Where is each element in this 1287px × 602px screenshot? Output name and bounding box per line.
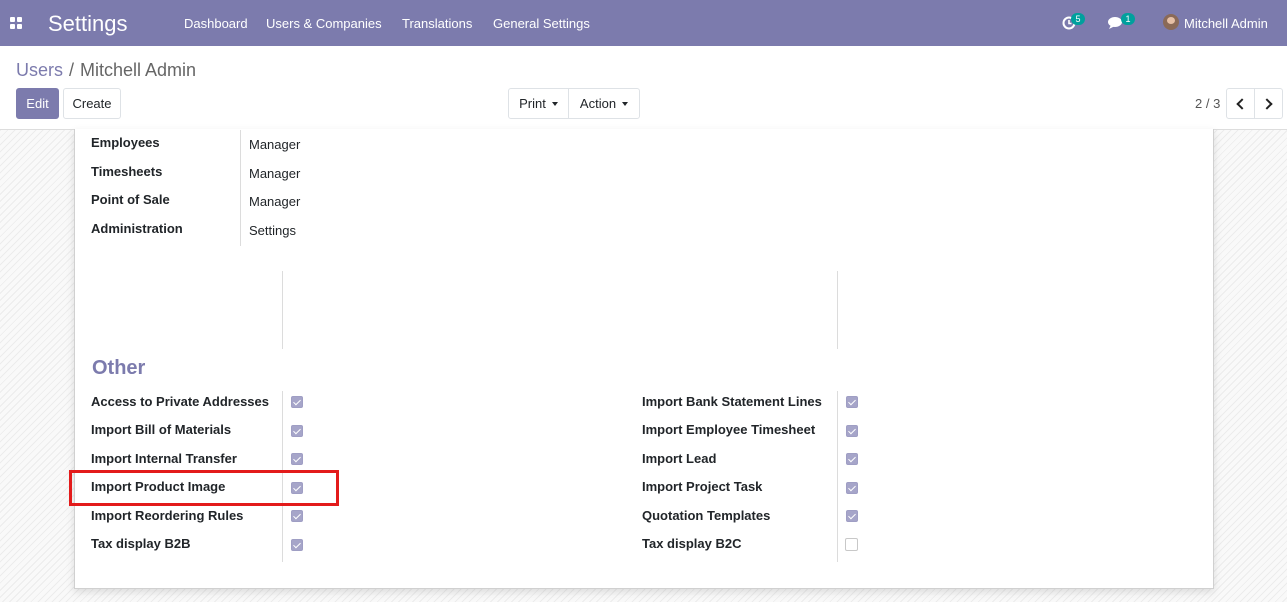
field-label-import-lead: Import Lead <box>642 451 717 466</box>
checkbox-import-reordering-rules[interactable] <box>291 510 303 522</box>
field-label-administration: Administration <box>91 221 183 236</box>
checkbox-import-employee-timesheet[interactable] <box>846 425 858 437</box>
highlight-box <box>69 470 339 506</box>
field-label-import-internal-transfer: Import Internal Transfer <box>91 451 237 466</box>
checkbox-tax-display-b2c[interactable] <box>845 538 858 551</box>
caret-down-icon <box>551 101 558 106</box>
menu-translations[interactable]: Translations <box>402 16 472 31</box>
checkbox-tax-display-b2b[interactable] <box>291 539 303 551</box>
user-avatar[interactable] <box>1163 14 1179 30</box>
field-label-timesheets: Timesheets <box>91 164 163 179</box>
pager-next-button[interactable] <box>1254 88 1283 119</box>
field-label-tax-display-b2c: Tax display B2C <box>642 536 742 551</box>
field-value-administration[interactable]: Settings <box>249 223 296 238</box>
access-rights-divider <box>240 130 241 246</box>
apps-grid-icon[interactable] <box>10 17 22 29</box>
user-menu-name[interactable]: Mitchell Admin <box>1184 16 1268 31</box>
pager-previous-button[interactable] <box>1226 88 1255 119</box>
field-label-import-project-task: Import Project Task <box>642 479 763 494</box>
field-value-timesheets[interactable]: Manager <box>249 166 300 181</box>
checkbox-access-private-addresses[interactable] <box>291 396 303 408</box>
activity-count-badge: 5 <box>1071 13 1085 25</box>
field-label-tax-display-b2b: Tax display B2B <box>91 536 191 551</box>
field-value-point-of-sale[interactable]: Manager <box>249 194 300 209</box>
caret-down-icon <box>622 101 629 106</box>
chevron-right-icon <box>1261 98 1273 110</box>
checkbox-import-bank-statement-lines[interactable] <box>846 396 858 408</box>
section-title-other: Other <box>92 357 146 379</box>
app-title: Settings <box>48 11 128 36</box>
field-label-access-private-addresses: Access to Private Addresses <box>91 394 270 409</box>
edit-button[interactable]: Edit <box>16 88 59 119</box>
field-label-quotation-templates: Quotation Templates <box>642 508 771 523</box>
checkbox-quotation-templates[interactable] <box>846 510 858 522</box>
field-label-import-bill-of-materials: Import Bill of Materials <box>91 422 232 437</box>
checkbox-import-bill-of-materials[interactable] <box>291 425 303 437</box>
other-right-divider <box>837 391 838 562</box>
menu-general-settings[interactable]: General Settings <box>493 16 590 31</box>
print-label: Print <box>519 96 546 111</box>
checkbox-import-project-task[interactable] <box>846 482 858 494</box>
field-label-import-reordering-rules: Import Reordering Rules <box>91 508 244 523</box>
action-dropdown[interactable]: Action <box>568 88 640 119</box>
checkbox-import-lead[interactable] <box>846 453 858 465</box>
empty-group-divider <box>282 271 283 349</box>
empty-group-divider <box>837 271 838 349</box>
breadcrumb-users[interactable]: Users <box>16 60 63 81</box>
field-label-point-of-sale: Point of Sale <box>91 192 170 207</box>
menu-dashboard[interactable]: Dashboard <box>184 16 248 31</box>
chevron-left-icon <box>1236 98 1248 110</box>
print-dropdown[interactable]: Print <box>508 88 569 119</box>
field-value-employees[interactable]: Manager <box>249 137 300 152</box>
field-label-import-bank-statement-lines: Import Bank Statement Lines <box>642 394 822 409</box>
checkbox-import-internal-transfer[interactable] <box>291 453 303 465</box>
pager-value[interactable]: 2 / 3 <box>1195 96 1220 111</box>
menu-users-companies[interactable]: Users & Companies <box>266 16 382 31</box>
breadcrumb-current: Mitchell Admin <box>80 60 197 80</box>
field-label-import-employee-timesheet: Import Employee Timesheet <box>642 422 816 437</box>
breadcrumb-separator: / <box>69 60 75 80</box>
field-label-employees: Employees <box>91 135 160 150</box>
create-button[interactable]: Create <box>63 88 121 119</box>
top-navbar: Settings Dashboard Users & Companies Tra… <box>0 0 1287 46</box>
messages-count-badge: 1 <box>1121 13 1135 25</box>
action-label: Action <box>579 96 617 111</box>
